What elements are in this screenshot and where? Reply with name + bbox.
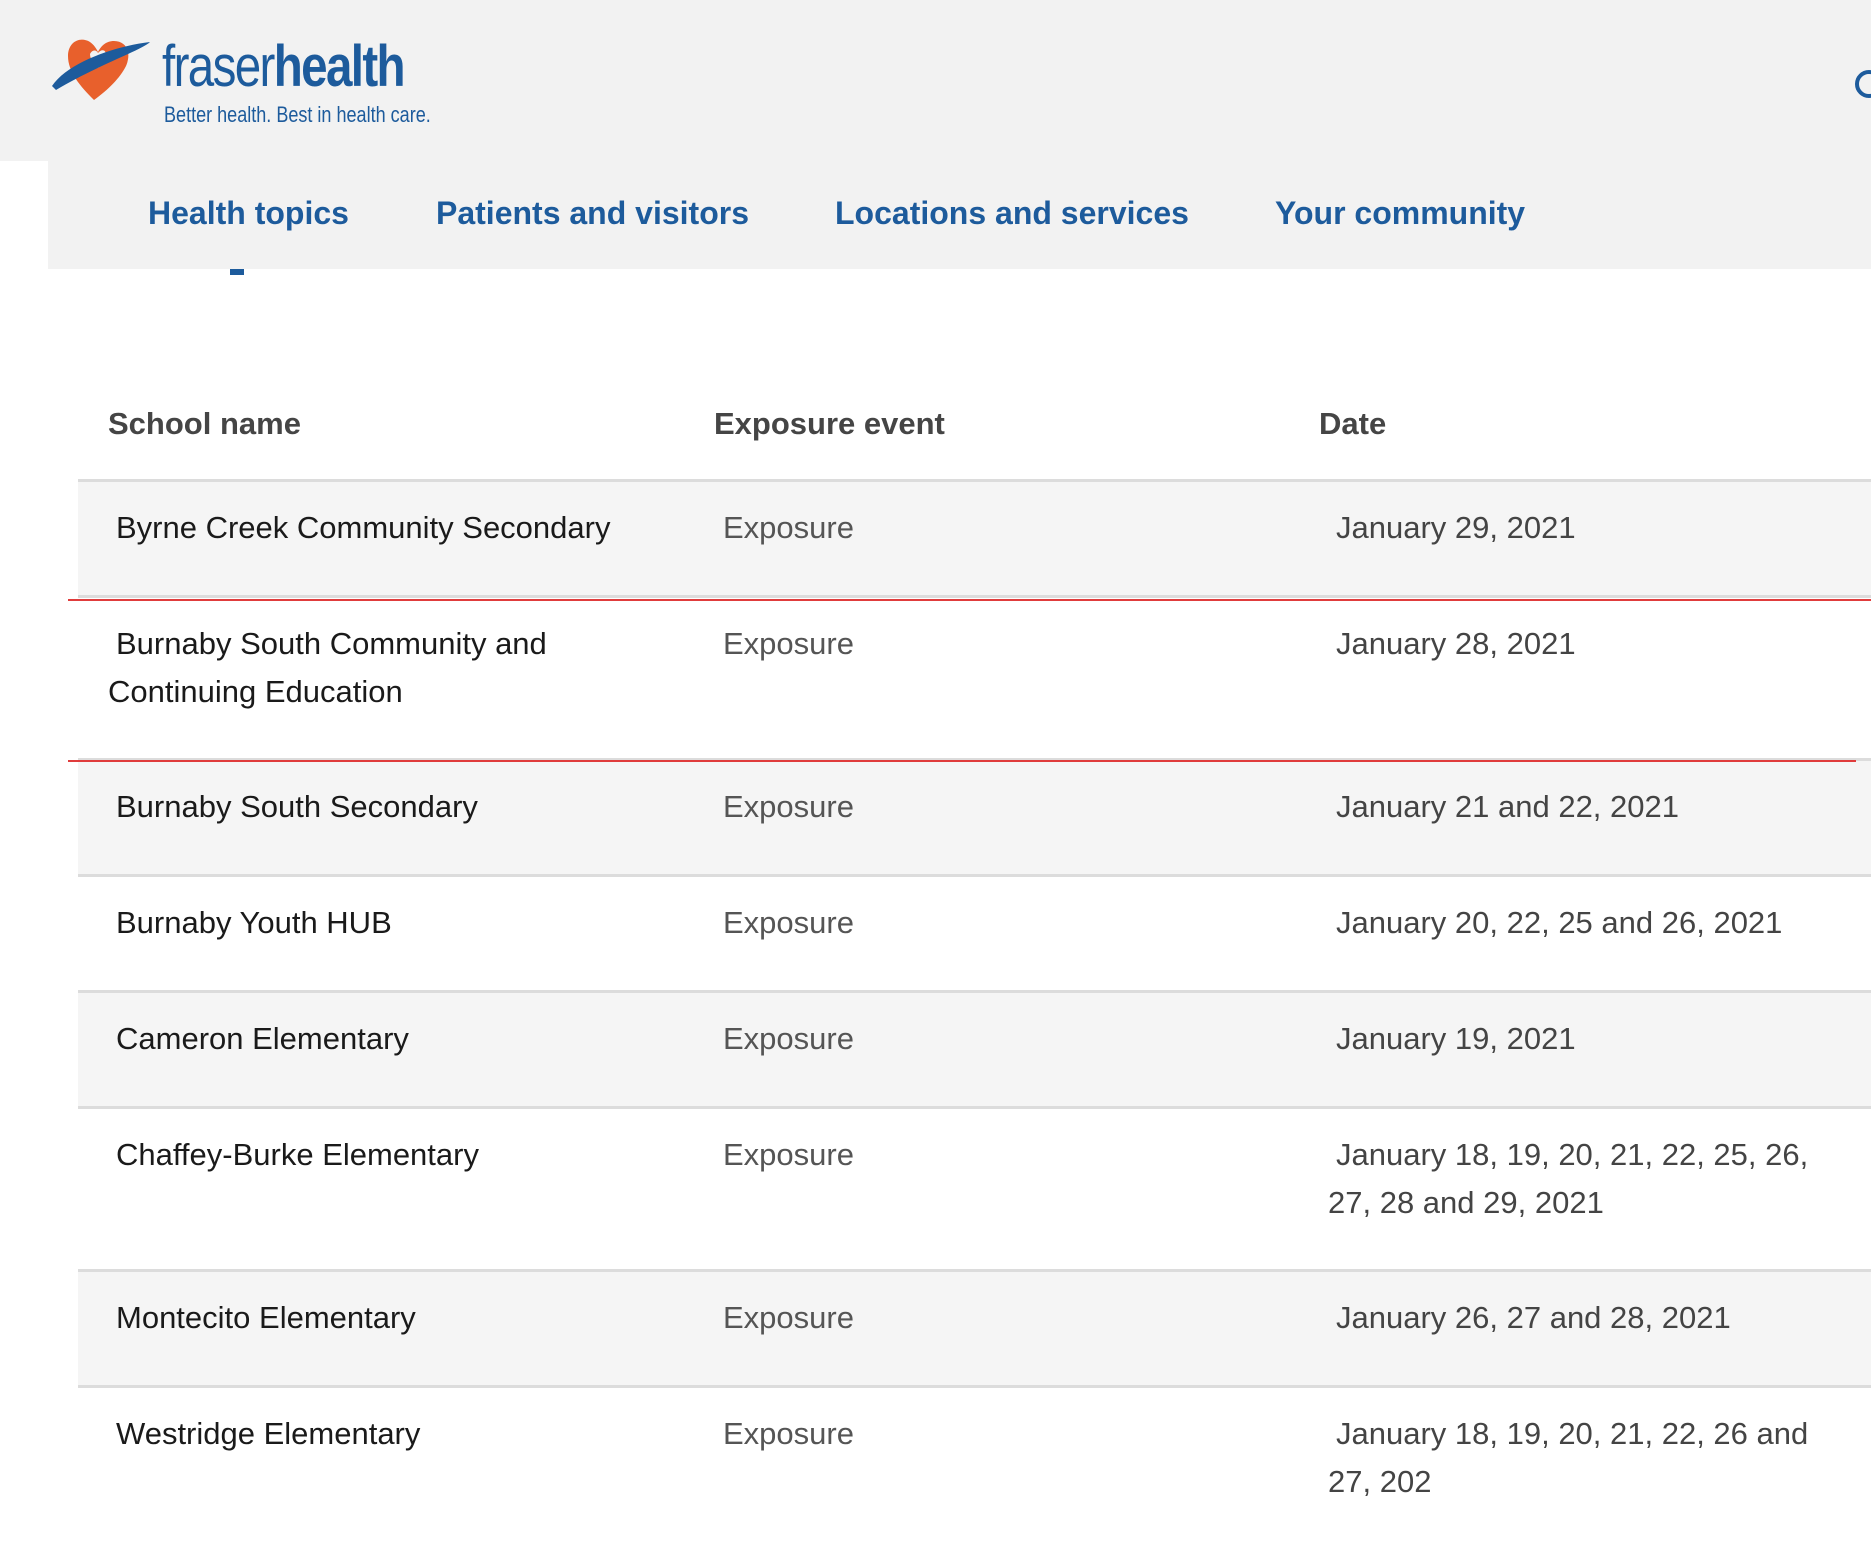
school-name-line: Burnaby South Community and: [116, 626, 547, 661]
exposure-event-cell: Exposure: [723, 1300, 854, 1335]
school-name-cell: Burnaby South Community and Continuing E…: [108, 620, 668, 716]
table-row: Burnaby South Community and Continuing E…: [78, 598, 1871, 761]
date-cell: January 18, 19, 20, 21, 22, 25, 26, 27, …: [1328, 1131, 1868, 1227]
date-cell: January 26, 27 and 28, 2021: [1336, 1300, 1731, 1335]
table-row: Westridge Elementary Exposure January 18…: [78, 1388, 1871, 1548]
exposure-event-cell: Exposure: [723, 1021, 854, 1056]
nav-your-community[interactable]: Your community: [1275, 195, 1525, 232]
date-cell: January 21 and 22, 2021: [1336, 789, 1679, 824]
school-exposures-table: School name Exposure event Date Byrne Cr…: [78, 380, 1871, 1548]
nav-patients-and-visitors[interactable]: Patients and visitors: [436, 195, 749, 232]
school-name-cell: Chaffey-Burke Elementary: [116, 1137, 479, 1172]
main-navigation: Health topics Patients and visitors Loca…: [48, 161, 1871, 269]
table-row: Chaffey-Burke Elementary Exposure Januar…: [78, 1109, 1871, 1272]
highlight-line-top: [68, 599, 1871, 601]
school-name-cell: Cameron Elementary: [116, 1021, 409, 1056]
date-line: January 18, 19, 20, 21, 22, 26 and: [1336, 1416, 1809, 1451]
date-cell: January 29, 2021: [1336, 510, 1576, 545]
column-header-event: Exposure event: [714, 406, 945, 441]
table-row: Byrne Creek Community Secondary Exposure…: [78, 482, 1871, 598]
heart-logo-icon: [52, 39, 150, 100]
school-name-line: Continuing Education: [108, 674, 403, 709]
site-header: fraserhealth Better health. Best in heal…: [0, 0, 1871, 161]
table-row: Burnaby Youth HUB Exposure January 20, 2…: [78, 877, 1871, 993]
school-name-cell: Montecito Elementary: [116, 1300, 416, 1335]
nav-locations-and-services[interactable]: Locations and services: [835, 195, 1189, 232]
table-row: Cameron Elementary Exposure January 19, …: [78, 993, 1871, 1109]
date-cell: January 20, 22, 25 and 26, 2021: [1336, 905, 1783, 940]
table-header-row: School name Exposure event Date: [78, 380, 1871, 482]
school-name-cell: Byrne Creek Community Secondary: [116, 510, 611, 545]
school-name-cell: Westridge Elementary: [116, 1416, 421, 1451]
date-line: 27, 28 and 29, 2021: [1328, 1185, 1604, 1220]
exposure-event-cell: Exposure: [723, 789, 854, 824]
fraserhealth-logo[interactable]: fraserhealth Better health. Best in heal…: [46, 20, 431, 130]
table-row: Burnaby South Secondary Exposure January…: [78, 761, 1871, 877]
logo-wordmark: fraserhealth: [162, 34, 406, 99]
column-header-date: Date: [1319, 406, 1387, 441]
date-cell: January 19, 2021: [1336, 1021, 1576, 1056]
logo-tagline: Better health. Best in health care.: [164, 102, 431, 127]
exposure-event-cell: Exposure: [723, 1137, 854, 1172]
search-icon[interactable]: [1855, 70, 1871, 98]
table-row: Montecito Elementary Exposure January 26…: [78, 1272, 1871, 1388]
date-cell: January 18, 19, 20, 21, 22, 26 and 27, 2…: [1328, 1410, 1868, 1506]
school-name-cell: Burnaby Youth HUB: [116, 905, 392, 940]
exposure-event-cell: Exposure: [723, 510, 854, 545]
exposure-event-cell: Exposure: [723, 905, 854, 940]
nav-health-topics[interactable]: Health topics: [148, 195, 349, 232]
date-cell: January 28, 2021: [1336, 626, 1576, 661]
exposure-event-cell: Exposure: [723, 1416, 854, 1451]
clipped-heading-fragment: [230, 269, 244, 275]
date-line: 27, 202: [1328, 1464, 1432, 1499]
column-header-school: School name: [108, 406, 301, 441]
highlight-line-bottom: [68, 760, 1856, 762]
school-name-cell: Burnaby South Secondary: [116, 789, 478, 824]
date-line: January 18, 19, 20, 21, 22, 25, 26,: [1336, 1137, 1809, 1172]
exposure-event-cell: Exposure: [723, 626, 854, 661]
